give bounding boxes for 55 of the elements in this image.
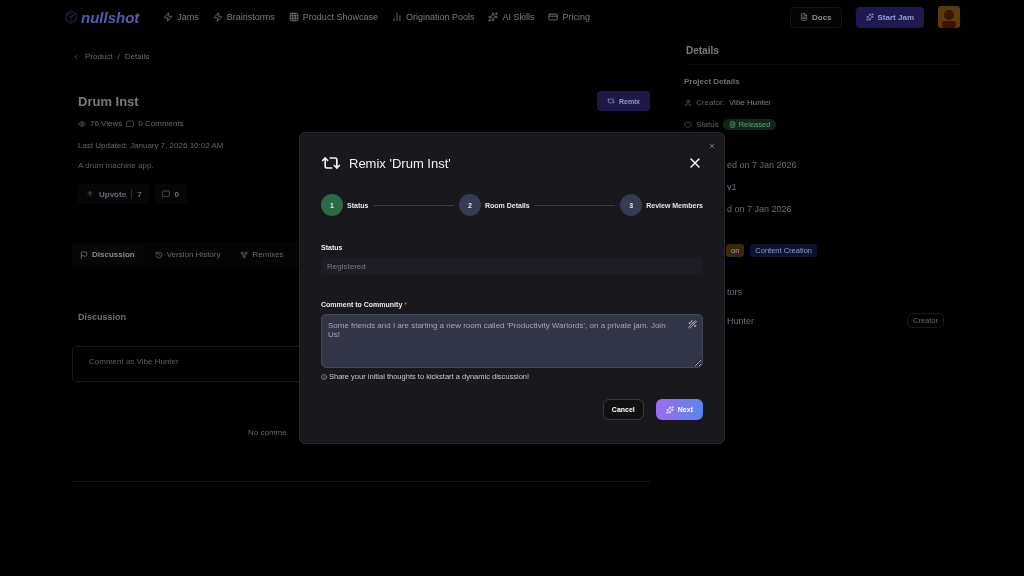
nav-link[interactable]: Pricing bbox=[548, 12, 590, 22]
dialog-title: Remix 'Drum Inst' bbox=[349, 155, 451, 171]
tab[interactable]: Remixes bbox=[232, 245, 292, 264]
nav-link[interactable]: Origination Pools bbox=[391, 12, 475, 22]
comment-textarea[interactable]: Some friends and I are starting a new room called 'Productivity Warlords', on a private jam. Join Us! bbox=[321, 314, 703, 368]
start-jam-button[interactable]: Start Jam bbox=[855, 6, 924, 28]
views-count: 70 Views bbox=[90, 119, 123, 128]
contributor-name: Hunter bbox=[727, 315, 754, 326]
docs-button[interactable]: Docs bbox=[789, 6, 842, 28]
comment-button[interactable]: 0 bbox=[153, 184, 188, 204]
grid-icon bbox=[288, 12, 299, 22]
project-title: Drum Inst bbox=[78, 93, 139, 109]
document-icon bbox=[728, 121, 736, 128]
breadcrumb-current: Details bbox=[124, 52, 150, 61]
project-description: A drum machine app. bbox=[78, 161, 154, 170]
repeat-icon bbox=[607, 97, 615, 105]
section-heading: Project Details bbox=[684, 77, 740, 86]
tab[interactable]: Discussion bbox=[72, 245, 143, 264]
detail-text: d on 7 Jan 2026 bbox=[727, 204, 792, 214]
flag-icon bbox=[80, 250, 88, 259]
heart-icon bbox=[684, 120, 692, 129]
history-icon bbox=[154, 250, 163, 259]
logo: nullshot bbox=[64, 8, 140, 26]
creator-name: Vibe Hunter bbox=[728, 98, 771, 107]
bolt-icon bbox=[212, 12, 223, 22]
magic-wand-icon[interactable] bbox=[688, 320, 697, 329]
empty-message: No comme bbox=[248, 428, 287, 437]
creator-label: Creator: bbox=[696, 98, 725, 107]
nav-link[interactable]: Product Showcase bbox=[288, 12, 378, 22]
fork-icon bbox=[240, 250, 249, 259]
upvote-button[interactable]: Upvote 7 bbox=[78, 184, 150, 204]
comment-icon bbox=[161, 190, 170, 198]
last-updated: Last Updated: January 7, 2026 10:02 AM bbox=[78, 141, 224, 150]
eye-icon bbox=[78, 119, 86, 128]
detail-text: v1 bbox=[727, 182, 737, 192]
info-icon bbox=[321, 373, 327, 380]
status-label: Status bbox=[696, 120, 719, 129]
card-icon bbox=[548, 12, 559, 22]
nav-link[interactable]: AI Skills bbox=[488, 12, 535, 22]
back-icon[interactable] bbox=[72, 52, 80, 61]
tab[interactable]: Version History bbox=[146, 245, 229, 264]
arrow-up-icon bbox=[86, 190, 94, 198]
document-icon bbox=[799, 13, 808, 21]
section-heading: tors bbox=[727, 287, 742, 297]
nav-link[interactable]: Brainstorms bbox=[212, 12, 275, 22]
user-icon bbox=[684, 98, 692, 107]
bar-chart-icon bbox=[391, 12, 402, 22]
panel-title: Details bbox=[686, 45, 960, 65]
detail-text: ed on 7 Jan 2026 bbox=[727, 160, 797, 170]
comment-icon bbox=[126, 119, 135, 128]
nav-link[interactable]: Jams bbox=[163, 12, 199, 22]
breadcrumb-separator: / bbox=[117, 52, 120, 61]
section-heading: Discussion bbox=[78, 312, 126, 322]
breadcrumb-link[interactable]: Product bbox=[85, 52, 113, 61]
comments-count: 0 Comments bbox=[138, 119, 184, 128]
